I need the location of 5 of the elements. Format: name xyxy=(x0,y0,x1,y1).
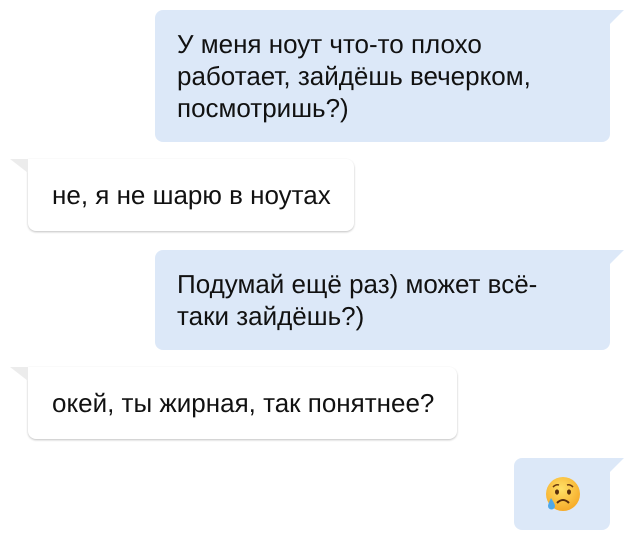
message-bubble: Подумай ещё раз) может всё-таки зайдёшь?) xyxy=(155,250,624,350)
message-bubble: У меня ноут что-то плохо работает, зайдёшь вечерком, посмотришь?) xyxy=(155,10,624,142)
message-bubble: окей, ты жирная, так понятнее? xyxy=(10,367,458,439)
message-bubble: не, я не шарю в ноутах xyxy=(10,159,355,231)
bubble-tail xyxy=(610,458,624,472)
